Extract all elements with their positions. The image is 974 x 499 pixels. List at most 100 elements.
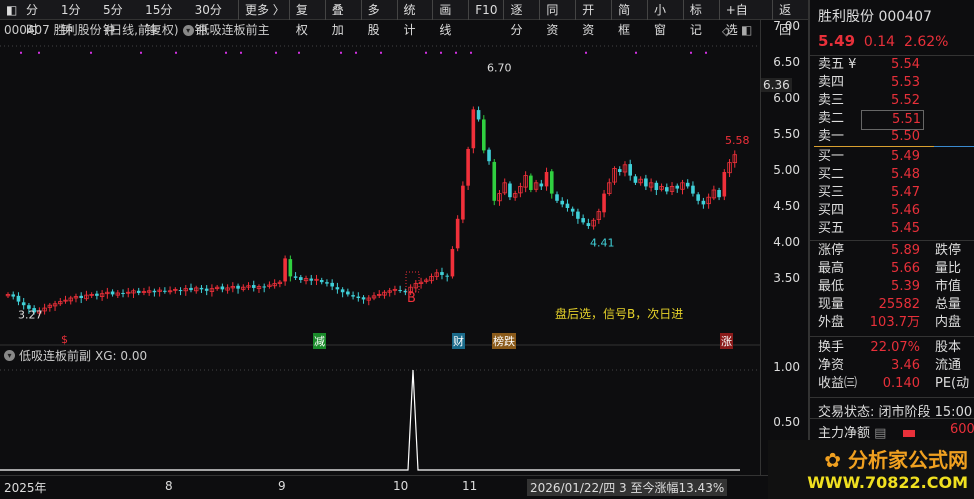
candle-body (560, 200, 565, 205)
quote-row: 买二 5.48 (810, 166, 974, 184)
candle-body (440, 272, 444, 275)
row-label: 买二 (818, 167, 845, 182)
last-price: 5.49 (818, 32, 856, 50)
quote-row: 买五 5.45 (810, 220, 974, 238)
panel-toggle-icon[interactable]: ◧ (741, 23, 752, 37)
row-label: 涨停 (818, 243, 845, 258)
signal-dot (340, 51, 342, 54)
chart-info: 000407 胜利股份 (日线,前复权) ▾ 低吸连板前主 (4, 21, 270, 39)
candle-body (586, 223, 591, 226)
diamond-icon[interactable]: ◇ (722, 24, 731, 38)
candle-body (722, 172, 727, 197)
candle-body (288, 259, 293, 277)
sub-indicator-name[interactable]: 低吸连板前副 (19, 347, 91, 364)
candle-body (330, 282, 334, 287)
toolbar-button[interactable]: 同资 (539, 0, 575, 37)
candle-body (236, 285, 240, 289)
sidebar-toggle-icon[interactable]: ◧ (0, 0, 20, 20)
quote-row: 卖三 5.52 (810, 92, 974, 110)
row-label: 收益㈢ (818, 376, 858, 391)
chevron-down-icon[interactable]: ▾ (4, 350, 15, 361)
stock-name: 胜利股份 000407 (818, 9, 932, 25)
quote-line: 5.49 0.14 2.62% (818, 32, 948, 50)
toolbar-button[interactable]: 标记 (682, 0, 719, 37)
candle-body (293, 276, 298, 278)
signal-dot (635, 51, 637, 54)
quote-panel: 胜利股份 000407 5.49 0.14 2.62% 卖五 ¥ 5.54 卖四 5.… (808, 0, 974, 499)
sub-tick: 0.50 (773, 415, 800, 429)
toolbar-button[interactable]: 更多 〉 (237, 0, 289, 20)
stats-table-2: 换手 22.07% 股本 净资 3.46 流通 收益㈢ 0.140 PE(动 (810, 336, 974, 393)
row-label: 最低 (818, 279, 845, 294)
candle-body (696, 194, 700, 201)
toolbar-button[interactable]: 多股 (360, 0, 397, 37)
signal-tag: 减 (313, 333, 326, 349)
candle-body (628, 164, 632, 176)
candle-body (602, 193, 606, 213)
date-axis: 2025年 8 9 10 11 2026/01/22/四 3 至今涨幅13.43… (0, 475, 808, 499)
toolbar-button[interactable]: 30分钟 (189, 0, 238, 37)
toolbar-button[interactable]: 1分钟 (55, 0, 97, 37)
toolbar-button[interactable]: 小窗 (646, 0, 683, 37)
candle-body (445, 275, 449, 277)
candle-body (309, 278, 314, 281)
row-label-2: 股本 (935, 340, 962, 355)
candle-body (325, 282, 329, 284)
candle-body (356, 296, 361, 298)
row-value: 5.53 (891, 75, 920, 90)
kline-chart[interactable]: 6.70 4.41 3.27 5.58 B (0, 40, 760, 475)
candle-body (549, 171, 554, 194)
candle-body (529, 175, 533, 190)
candle-body (340, 289, 345, 293)
candle-body (482, 119, 486, 151)
row-label-2: 量比 (935, 261, 962, 276)
toolbar-button[interactable]: 复权 (288, 0, 325, 37)
chevron-down-icon[interactable]: ▾ (182, 24, 194, 36)
low-label-start: 3.27 (18, 309, 43, 322)
candle-body (717, 190, 721, 198)
quote-row: 换手 22.07% 股本 (810, 339, 974, 357)
toolbar-button[interactable]: 15分钟 (139, 0, 188, 37)
toolbar-button[interactable]: 画线 (432, 0, 468, 37)
signal-dot (20, 51, 22, 54)
quote-row: 净资 3.46 流通 (810, 357, 974, 375)
price-tag: 6.36 (761, 78, 792, 92)
candle-body (576, 211, 580, 219)
sub-indicator-header: ▾ 低吸连板前副 XG: 0.00 (4, 347, 147, 364)
toolbar-button[interactable]: 叠加 (324, 0, 361, 37)
candle-body (152, 290, 157, 293)
candle-body (581, 218, 585, 223)
row-label-2: 跌停 (935, 243, 962, 258)
row-label-2: 内盘 (935, 315, 962, 330)
candle-body (455, 218, 460, 249)
price-tick: 5.00 (773, 163, 800, 177)
candle-body (617, 169, 622, 172)
row-label: 买五 (818, 221, 845, 236)
signal-dot (455, 51, 457, 54)
candle-body (555, 194, 559, 201)
quote-row: 外盘 103.7万 内盘 (810, 314, 974, 332)
xg-value: XG: 0.00 (95, 348, 148, 363)
toolbar-button[interactable]: 开资 (575, 0, 611, 37)
row-value: 22.07% (870, 340, 920, 355)
ask-book: 卖五 ¥ 5.54 卖四 5.53 卖三 5.52 卖二 5.51 卖一 5.50 (810, 55, 974, 146)
price-tick: 7.00 (773, 19, 800, 33)
toolbar-button[interactable]: F10 (468, 0, 503, 20)
quote-row: 最高 5.66 量比 (810, 260, 974, 278)
indicator-name[interactable]: 低吸连板前主 (198, 21, 270, 39)
signal-tag: 榜跌 (492, 333, 516, 349)
signal-dot (38, 51, 40, 54)
signal-tag: 涨 (720, 333, 733, 349)
toolbar-button[interactable]: 简框 (611, 0, 647, 37)
toolbar-button[interactable]: 逐分 (503, 0, 539, 37)
toolbar-button[interactable]: 统计 (396, 0, 433, 37)
row-label: 卖五 ¥ (818, 57, 857, 72)
toolbar-button[interactable]: 5分钟 (97, 0, 139, 37)
quote-row: 买四 5.46 (810, 202, 974, 220)
row-label: 卖二 (818, 111, 845, 126)
cursor-date-status: 2026/01/22/四 3 至今涨幅13.43% (527, 479, 728, 496)
toolbar-button[interactable]: 返回 (772, 0, 808, 37)
toolbar-button[interactable]: +自选 (718, 0, 764, 37)
toolbar-button[interactable]: 分时 (20, 0, 55, 37)
price-change-pct: 2.62% (904, 34, 949, 50)
